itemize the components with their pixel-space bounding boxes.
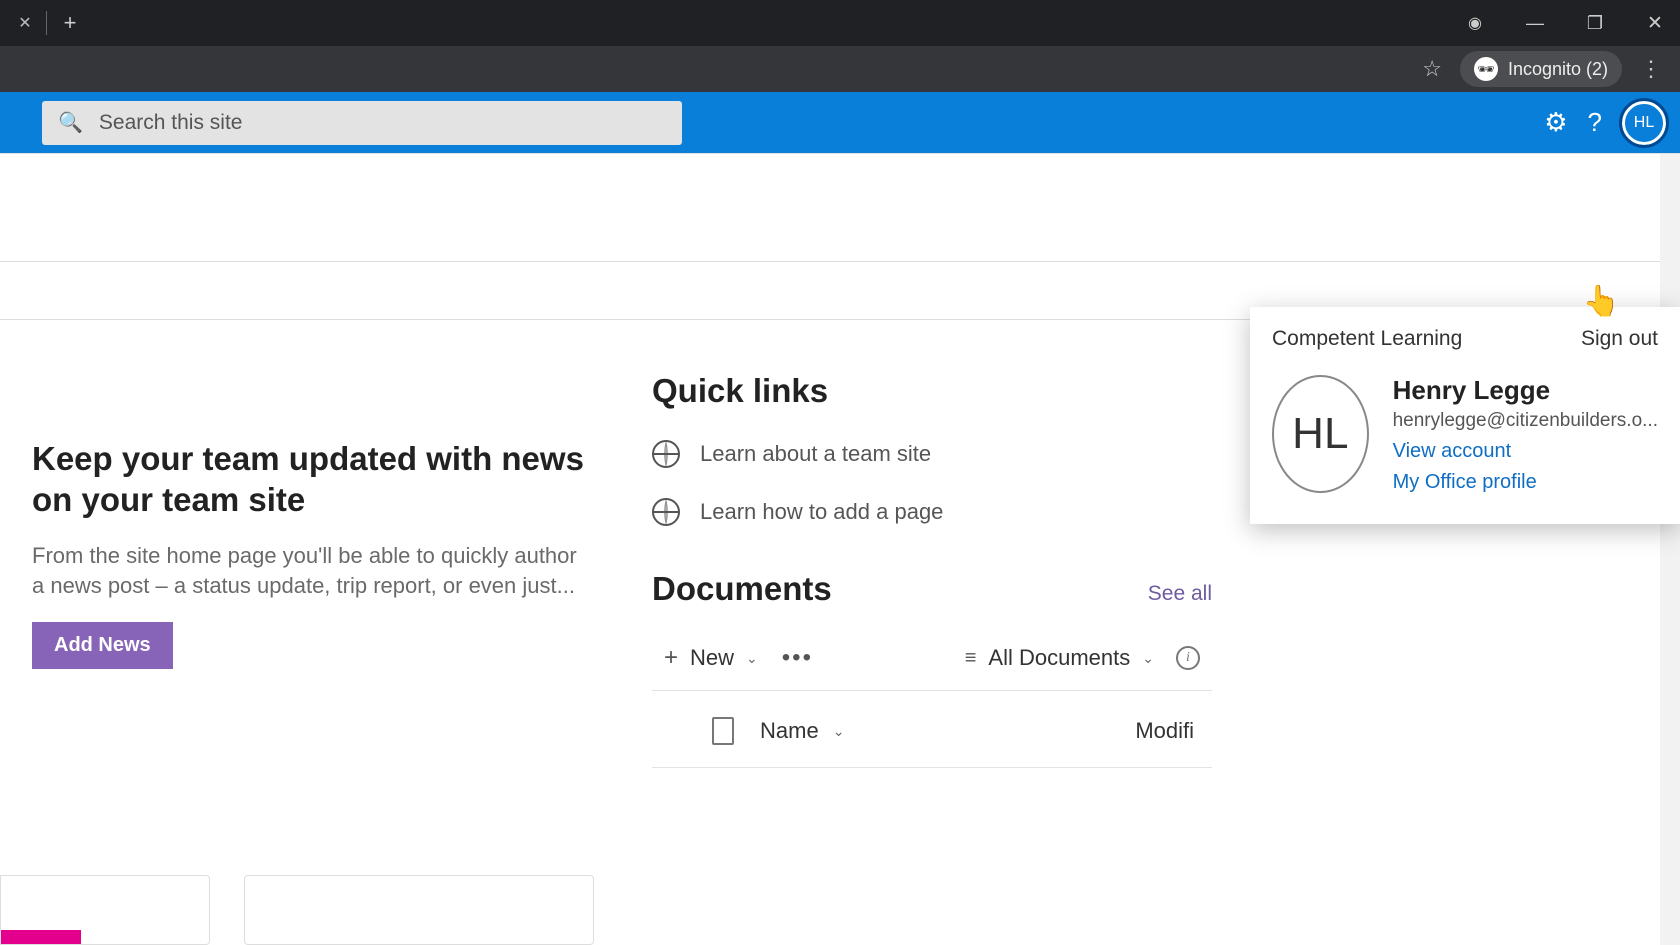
search-icon: 🔍 xyxy=(58,110,83,135)
flyout-avatar-initials: HL xyxy=(1292,409,1348,459)
browser-menu-button[interactable]: ⋮ xyxy=(1640,56,1662,82)
chevron-down-icon: ⌄ xyxy=(1142,650,1154,667)
account-flyout: Competent Learning Sign out HL Henry Leg… xyxy=(1250,307,1680,524)
sharepoint-header: 🔍 Search this site ⚙ ? HL xyxy=(0,92,1680,154)
add-news-button[interactable]: Add News xyxy=(32,622,173,669)
view-label: All Documents xyxy=(988,645,1130,671)
user-email: henrylegge@citizenbuilders.o... xyxy=(1393,410,1658,432)
column-modified-header[interactable]: Modifi xyxy=(1135,718,1194,744)
view-account-link[interactable]: View account xyxy=(1393,440,1658,463)
globe-icon xyxy=(652,440,680,468)
view-switcher[interactable]: ≡ All Documents ⌄ xyxy=(965,645,1154,671)
close-window-button[interactable]: ✕ xyxy=(1640,12,1670,35)
sign-out-link[interactable]: Sign out xyxy=(1581,327,1658,351)
incognito-icon: 🕶 xyxy=(1474,57,1498,81)
incognito-label: Incognito (2) xyxy=(1508,59,1608,80)
column-name-header[interactable]: Name ⌄ xyxy=(760,718,1020,744)
search-placeholder: Search this site xyxy=(99,111,243,135)
news-tile[interactable] xyxy=(244,875,594,945)
column-name-label: Name xyxy=(760,718,819,744)
documents-toolbar: + New ⌄ ••• ≡ All Documents ⌄ i xyxy=(652,636,1212,680)
quick-link-item[interactable]: Learn about a team site xyxy=(652,440,1212,468)
globe-icon xyxy=(652,498,680,526)
user-icon[interactable]: ◉ xyxy=(1460,13,1490,33)
site-header-area xyxy=(0,154,1680,262)
minimize-button[interactable]: — xyxy=(1520,13,1550,34)
plus-icon: + xyxy=(664,644,678,672)
more-actions-button[interactable]: ••• xyxy=(782,644,813,672)
browser-tab-strip: ✕ + ◉ — ❐ ✕ xyxy=(0,0,1680,46)
quick-link-label: Learn how to add a page xyxy=(700,499,943,525)
browser-address-bar: ☆ 🕶 Incognito (2) ⋮ xyxy=(0,46,1680,92)
page-content: Competent Learning Sign out HL Henry Leg… xyxy=(0,154,1680,945)
bookmark-star-icon[interactable]: ☆ xyxy=(1422,56,1442,82)
quick-link-label: Learn about a team site xyxy=(700,441,931,467)
flyout-avatar: HL xyxy=(1272,375,1369,493)
documents-heading: Documents xyxy=(652,570,832,608)
new-tab-button[interactable]: + xyxy=(53,6,87,40)
scrollbar[interactable] xyxy=(1660,154,1680,945)
news-section: Keep your team updated with news on your… xyxy=(32,368,592,768)
incognito-badge[interactable]: 🕶 Incognito (2) xyxy=(1460,51,1622,87)
new-label: New xyxy=(690,645,734,671)
news-tile[interactable] xyxy=(0,875,210,945)
documents-table-header: Name ⌄ Modifi xyxy=(652,691,1212,768)
news-description: From the site home page you'll be able t… xyxy=(32,541,592,603)
office-profile-link[interactable]: My Office profile xyxy=(1393,471,1658,494)
quick-links-heading: Quick links xyxy=(652,372,1212,410)
cursor-hand-icon: 👆 xyxy=(1583,284,1620,319)
close-tab-button[interactable]: ✕ xyxy=(10,5,40,41)
settings-gear-icon[interactable]: ⚙ xyxy=(1544,107,1567,138)
news-title: Keep your team updated with news on your… xyxy=(32,438,592,521)
avatar-initials: HL xyxy=(1634,114,1654,132)
maximize-button[interactable]: ❐ xyxy=(1580,13,1610,34)
info-icon[interactable]: i xyxy=(1176,646,1200,670)
user-full-name: Henry Legge xyxy=(1393,375,1658,406)
news-tiles-row xyxy=(0,875,594,945)
see-all-link[interactable]: See all xyxy=(1148,582,1212,606)
chevron-down-icon: ⌄ xyxy=(833,723,845,740)
new-document-button[interactable]: + New ⌄ xyxy=(664,644,758,672)
quick-link-item[interactable]: Learn how to add a page xyxy=(652,498,1212,526)
org-name: Competent Learning xyxy=(1272,327,1462,351)
tile-accent xyxy=(1,930,81,944)
tab-separator xyxy=(46,11,47,35)
search-input[interactable]: 🔍 Search this site xyxy=(42,101,682,145)
file-type-icon xyxy=(712,717,734,745)
help-icon[interactable]: ? xyxy=(1588,107,1602,138)
chevron-down-icon: ⌄ xyxy=(746,650,758,667)
account-avatar-button[interactable]: HL xyxy=(1622,101,1666,145)
list-view-icon: ≡ xyxy=(965,647,977,670)
